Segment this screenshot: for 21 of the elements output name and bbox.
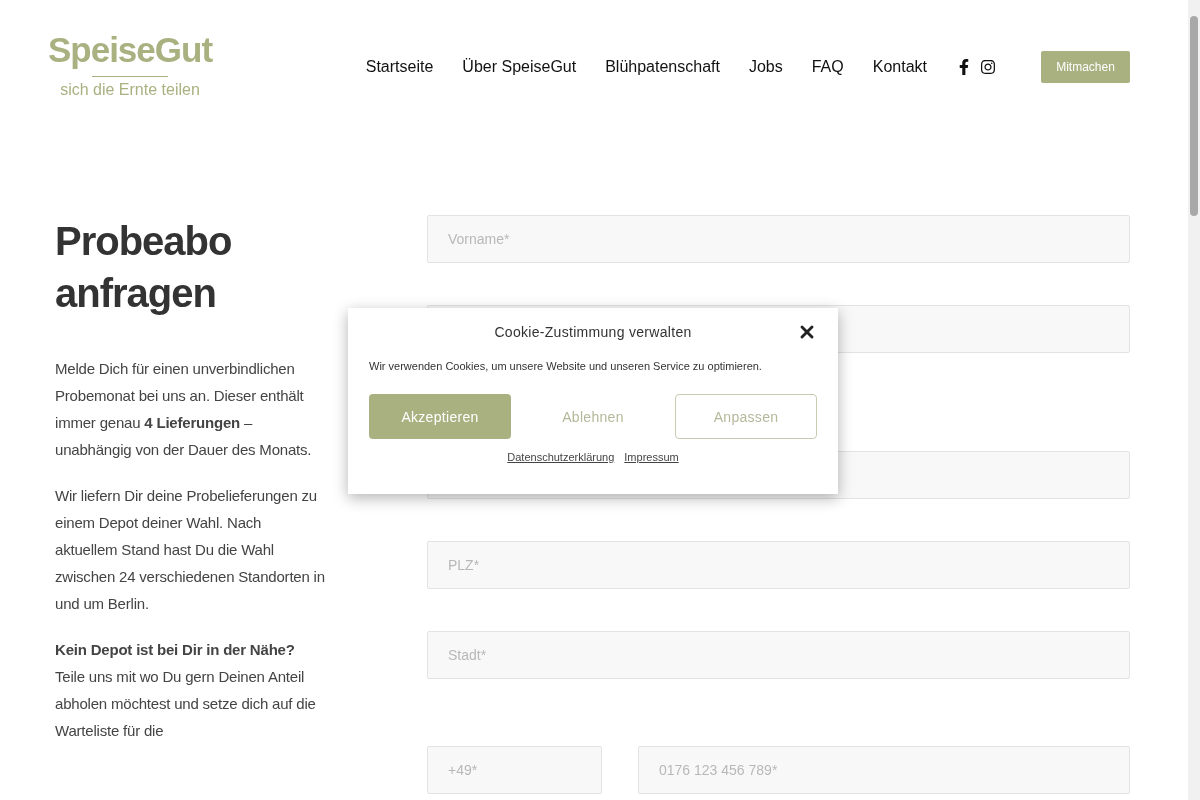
phone-number-field[interactable]: 0176 123 456 789*: [638, 746, 1130, 794]
footer-link[interactable]: Datenschutzerklärung: [507, 451, 615, 463]
dialog-text: Wir verwenden Cookies, um unsere Website und unseren Service zu optimieren.: [369, 360, 763, 372]
nav-link[interactable]: Blühpatenschaft: [605, 58, 720, 76]
dialog-title: Cookie-Zustimmung verwalten: [494, 324, 692, 340]
phone-prefix-field[interactable]: +49*: [427, 746, 602, 794]
text-field[interactable]: Vorname*: [427, 215, 1130, 263]
logo-tagline: sich die Ernte teilen: [60, 81, 200, 99]
nav-link[interactable]: Über SpeiseGut: [462, 58, 577, 76]
intro-paragraph: Melde Dich für einen unverbindlichen Probemonat bei uns an. Dieser enthält immer genau 4 Lieferungen – unabhängig von der Dauer des Monats.: [55, 359, 313, 460]
nav-link[interactable]: Kontakt: [872, 58, 927, 76]
page-heading: Probeabo anfragen: [55, 218, 233, 317]
intro-paragraph: Kein Depot ist bei Dir in der Nähe? Teile uns mit wo Du gern Deinen Anteil abholen möchtest und setze dich auf die Warteliste für die: [55, 640, 317, 741]
footer-link[interactable]: Impressum: [624, 451, 679, 463]
nav-link[interactable]: FAQ: [811, 58, 844, 76]
nav-link[interactable]: Jobs: [748, 58, 783, 76]
intro-paragraph: Wir liefern Dir deine Probelieferungen zu einem Depot deiner Wahl. Nach aktuellem Stand hast Du die Wahl zwischen 24 verschiedenen Standorten in und um Berlin.: [55, 486, 326, 614]
text-field[interactable]: PLZ*: [427, 541, 1130, 589]
text-field[interactable]: Stadt*: [427, 631, 1130, 679]
nav-link[interactable]: Startseite: [365, 58, 434, 76]
instagram-icon[interactable]: [980, 59, 996, 75]
